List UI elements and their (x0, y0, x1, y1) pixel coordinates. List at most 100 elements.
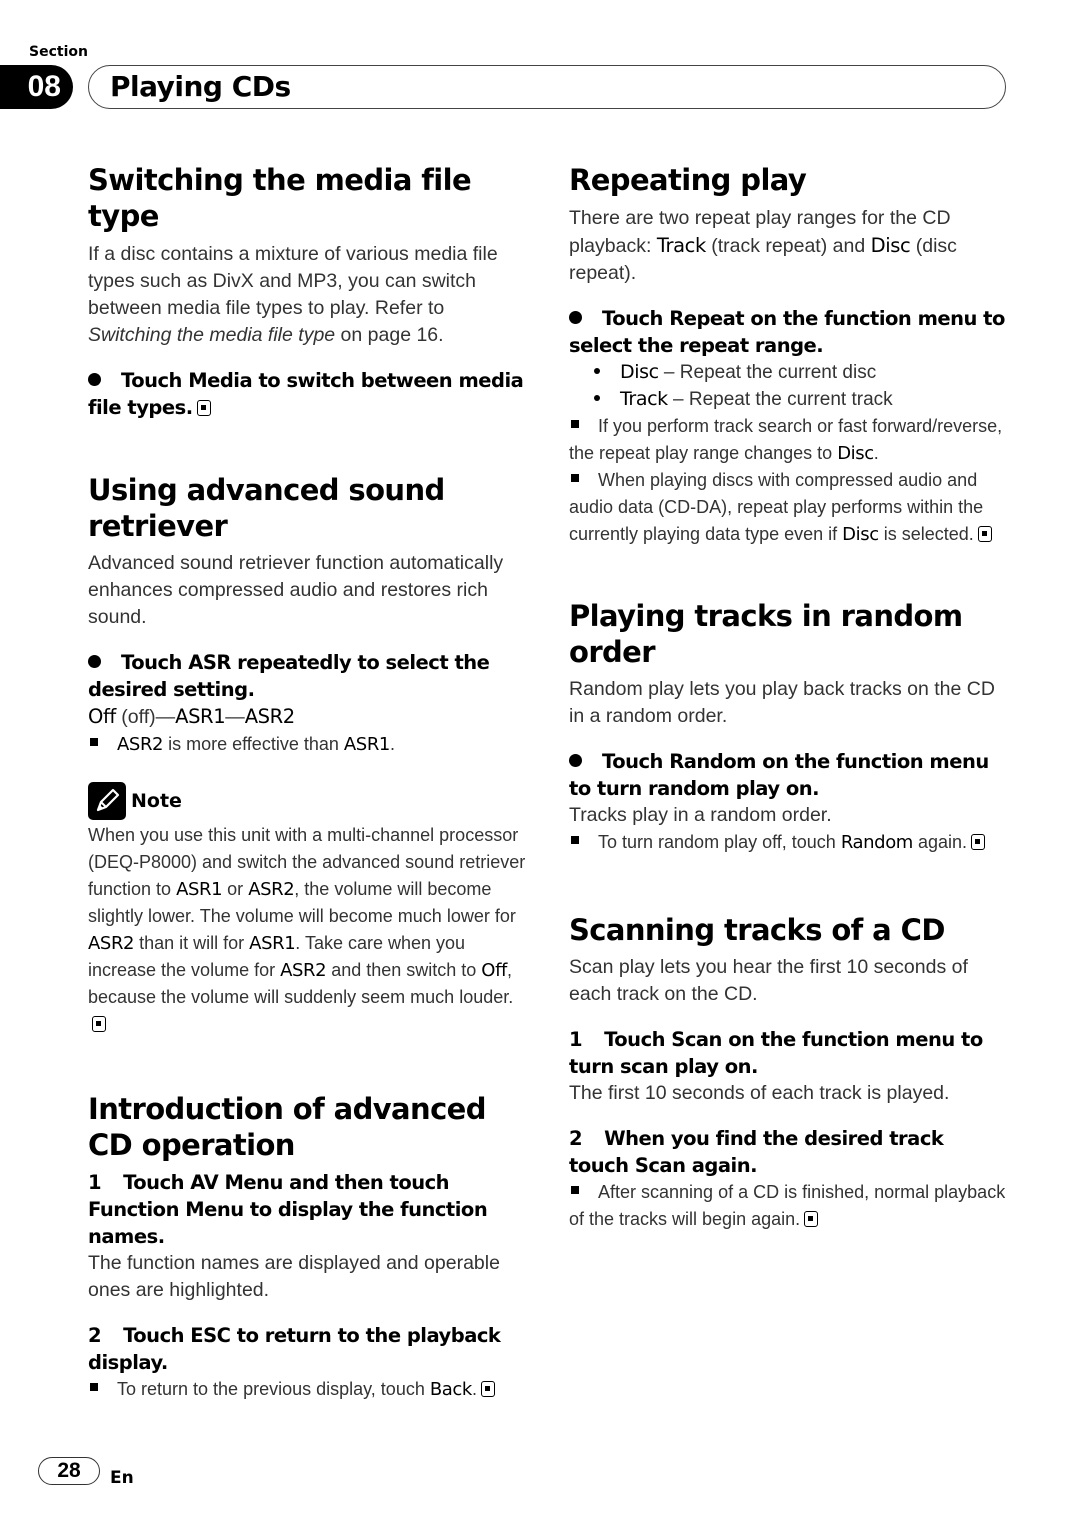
tip-text: To turn random play off, touch (598, 832, 841, 852)
note-bold: ASR2 (280, 960, 327, 981)
section-label: Section (29, 44, 88, 60)
scan-step-2-tip: After scanning of a CD is finished, norm… (569, 1179, 1009, 1233)
asr-option-asr2: ASR2 (244, 705, 295, 728)
tip-text: is selected. (878, 524, 974, 544)
note-text: than it will for (134, 933, 250, 953)
repeat-instruction: Touch Repeat on the function menu to sel… (569, 305, 1009, 359)
media-body: If a disc contains a mixture of various … (88, 241, 528, 349)
bullet-icon (594, 368, 600, 374)
media-instruction: Touch Media to switch between media file… (88, 367, 528, 421)
intro-step-2: 2 Touch ESC to return to the playback dis… (88, 1322, 528, 1376)
scan-step-1: 1 Touch Scan on the function menu to turn… (569, 1026, 1009, 1080)
note-bold: Off (481, 960, 507, 981)
heading-asr: Using advanced sound retriever (88, 473, 445, 543)
tip-bold: Random (840, 832, 914, 853)
end-of-section-icon (970, 834, 985, 850)
tip-text: If you perform track search or fast forw… (569, 416, 1003, 463)
repeat-instruction-text: Touch Repeat on the function menu to sel… (569, 307, 1005, 357)
heading-repeating-play: Repeating play (569, 163, 807, 197)
tip-square-icon (571, 420, 579, 428)
asr-body: Advanced sound retriever function automa… (88, 552, 504, 628)
heading-scanning-tracks: Scanning tracks of a CD (569, 913, 945, 947)
random-instruction-text: Touch Random on the function menu to tur… (569, 750, 989, 800)
intro-step-1: 1 Touch AV Menu and then touch Function M… (88, 1169, 528, 1250)
scan-body: Scan play lets you hear the first 10 sec… (569, 956, 968, 1005)
bullet-icon (569, 754, 582, 767)
end-of-section-icon (480, 1381, 495, 1397)
asr-tip: ASR2 is more effective than ASR1. (88, 731, 528, 758)
right-column: Repeating play There are two repeat play… (569, 160, 1009, 1233)
tip-bold: Disc (842, 524, 879, 545)
random-tip: To turn random play off, touch Random ag… (569, 829, 1009, 856)
asr-option-asr1: ASR1 (175, 705, 226, 728)
option-name: Track (620, 388, 668, 410)
intro-step-2-tip: To return to the previous display, touch… (88, 1376, 528, 1403)
media-body-text-end: on page 16. (335, 324, 444, 346)
note-bold: ASR2 (88, 933, 135, 954)
repeat-tip-1: If you perform track search or fast forw… (569, 413, 1009, 467)
step-text: When you find the desired track touch Sc… (569, 1127, 944, 1177)
repeat-option-track: Track – Repeat the current track (569, 386, 1009, 413)
bullet-icon (88, 373, 101, 386)
end-of-section-icon (196, 400, 211, 416)
option-name: Disc (620, 361, 659, 383)
bullet-icon (594, 395, 600, 401)
tip-text: again. (912, 832, 967, 852)
repeat-bold: Track (656, 234, 706, 257)
asr-instruction: Touch ASR repeatedly to select the desir… (88, 649, 528, 703)
asr-sequence-sep: (off)— (115, 706, 176, 728)
tip-text: is more effective than (163, 734, 344, 754)
tip-text: . (471, 1379, 477, 1399)
tip-square-icon (90, 738, 98, 746)
media-body-text: If a disc contains a mixture of various … (88, 243, 498, 319)
tip-bold: Back (429, 1379, 473, 1400)
heading-random-order: Playing tracks in random order (569, 599, 963, 669)
step-text: Touch Scan on the function menu to turn … (569, 1028, 983, 1078)
section-title: Playing CDs (110, 70, 291, 103)
bullet-icon (88, 655, 101, 668)
random-result: Tracks play in a random order. (569, 804, 832, 826)
tip-bold: Disc (837, 443, 874, 464)
page-number: 28 (38, 1457, 100, 1485)
note-text: or (222, 879, 249, 899)
tip-bold: ASR2 (117, 734, 164, 755)
note-bold: ASR1 (249, 933, 296, 954)
scan-step-1-body: The first 10 seconds of each track is pl… (569, 1082, 950, 1104)
note-label: Note (131, 790, 182, 812)
tip-square-icon (571, 474, 579, 482)
note-header: Note (88, 782, 528, 820)
random-body: Random play lets you play back tracks on… (569, 678, 995, 727)
tip-text: To return to the previous display, touch (117, 1379, 430, 1399)
repeat-tip-2: When playing discs with compressed audio… (569, 467, 1009, 548)
language-code: En (110, 1468, 134, 1488)
bullet-icon (569, 311, 582, 324)
heading-intro-advanced: Introduction of advanced CD operation (88, 1092, 486, 1162)
tip-square-icon (571, 836, 579, 844)
step-number: 1 (88, 1171, 102, 1194)
end-of-section-icon (804, 1211, 819, 1227)
step-number: 2 (88, 1324, 102, 1347)
note-body: When you use this unit with a multi-chan… (88, 822, 528, 1038)
random-instruction: Touch Random on the function menu to tur… (569, 748, 1009, 802)
scan-step-2: 2 When you find the desired track touch S… (569, 1125, 1009, 1179)
section-number-badge: 08 (0, 65, 73, 109)
repeat-option-disc: Disc – Repeat the current disc (569, 359, 1009, 386)
media-instruction-text: Touch Media to switch between media file… (88, 369, 524, 419)
tip-square-icon (90, 1383, 98, 1391)
asr-sequence-sep: — (225, 706, 245, 728)
tip-text: After scanning of a CD is finished, norm… (569, 1182, 1006, 1229)
note-bold: ASR2 (248, 879, 295, 900)
tip-text: . (873, 443, 879, 463)
tip-square-icon (571, 1186, 579, 1194)
left-column: Switching the media file type If a disc … (88, 160, 528, 1403)
step-number: 2 (569, 1127, 583, 1150)
repeat-bold: Disc (870, 234, 911, 257)
end-of-section-icon (977, 526, 992, 542)
repeat-text: (track repeat) and (705, 235, 871, 257)
step-text: Touch ESC to return to the playback disp… (88, 1324, 501, 1374)
page-reference-link[interactable]: Switching the media file type (88, 324, 335, 346)
heading-switching-media: Switching the media file type (88, 163, 472, 233)
asr-instruction-text: Touch ASR repeatedly to select the desir… (88, 651, 490, 701)
tip-text: . (389, 734, 395, 754)
asr-sequence: Off (off)—ASR1—ASR2 (88, 703, 528, 731)
